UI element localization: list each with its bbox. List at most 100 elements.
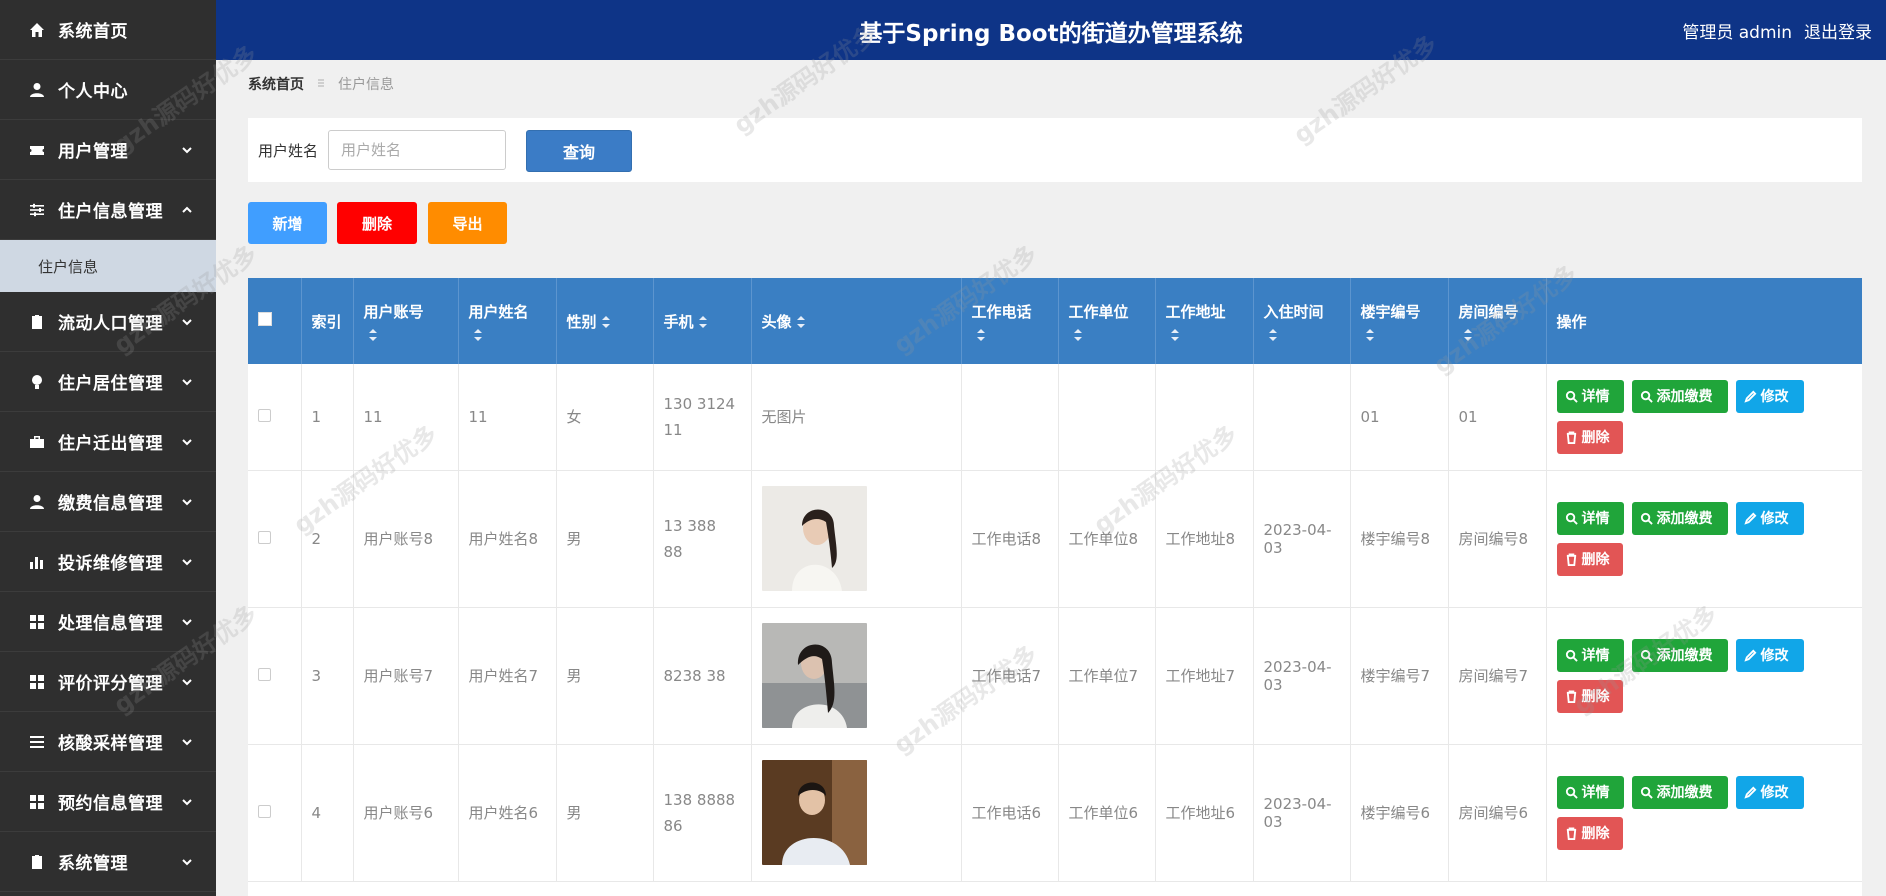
- add-button[interactable]: 新增: [248, 202, 327, 244]
- sidebar-item-appointment[interactable]: 预约信息管理: [0, 772, 216, 832]
- grid-icon: [28, 793, 46, 811]
- sidebar-item-home[interactable]: 系统首页: [0, 0, 216, 60]
- cell-building: 01: [1350, 364, 1449, 471]
- detail-button[interactable]: 详情: [1556, 775, 1624, 809]
- top-header: 基于Spring Boot的街道办管理系统 管理员 admin 退出登录: [216, 0, 1886, 60]
- sidebar-item-profile[interactable]: 个人中心: [0, 60, 216, 120]
- sort-icon[interactable]: [1073, 328, 1083, 342]
- breadcrumb-home[interactable]: 系统首页: [248, 74, 304, 94]
- table-row: 1 11 11 女 130 3124 11 无图片 01 01 详情 添加缴费 修…: [248, 364, 1862, 471]
- column-header[interactable]: 用户账号: [353, 278, 459, 364]
- breadcrumb-current: 住户信息: [338, 77, 394, 93]
- cell-gender: 女: [556, 364, 654, 471]
- home-icon: [28, 21, 46, 39]
- sidebar-item-rating[interactable]: 评价评分管理: [0, 652, 216, 712]
- delete-button[interactable]: 删除: [1556, 542, 1623, 576]
- sidebar-item-payment[interactable]: 缴费信息管理: [0, 472, 216, 532]
- column-header[interactable]: 房间编号: [1448, 278, 1547, 364]
- add-payment-button[interactable]: 添加缴费: [1631, 775, 1728, 809]
- sort-icon[interactable]: [698, 315, 708, 329]
- sort-icon[interactable]: [1365, 328, 1375, 342]
- column-header[interactable]: 工作电话: [961, 278, 1059, 364]
- chevron-down-icon: [180, 434, 194, 448]
- sidebar-item-resident-info[interactable]: 住户信息管理: [0, 180, 216, 240]
- edit-button[interactable]: 修改: [1735, 501, 1804, 535]
- search-button[interactable]: 查询: [526, 130, 632, 172]
- avatar-image[interactable]: [761, 760, 867, 865]
- button-label: 修改: [1760, 648, 1789, 664]
- sidebar-item-system[interactable]: 系统管理: [0, 832, 216, 892]
- row-checkbox[interactable]: [258, 530, 271, 544]
- sidebar-item-residence[interactable]: 住户居住管理: [0, 352, 216, 412]
- sidebar-item-handling[interactable]: 处理信息管理: [0, 592, 216, 652]
- chevron-down-icon: [180, 614, 194, 628]
- sort-icon[interactable]: [1268, 328, 1278, 342]
- sidebar-item-label: 个人中心: [58, 82, 128, 102]
- export-button[interactable]: 导出: [428, 202, 507, 244]
- edit-button[interactable]: 修改: [1735, 775, 1804, 809]
- sort-icon[interactable]: [1463, 328, 1473, 342]
- sidebar-item-floating-population[interactable]: 流动人口管理: [0, 292, 216, 352]
- sidebar-item-label: 住户居住管理: [58, 374, 163, 394]
- sort-icon[interactable]: [473, 328, 483, 342]
- column-header[interactable]: 工作地址: [1155, 278, 1254, 364]
- add-payment-button[interactable]: 添加缴费: [1631, 638, 1728, 672]
- button-label: 详情: [1581, 785, 1610, 801]
- batch-delete-button[interactable]: 删除: [337, 202, 417, 244]
- logout-link[interactable]: 退出登录: [1804, 18, 1872, 43]
- cell-work-unit: 工作单位8: [1058, 470, 1156, 608]
- phone-line: 8238 38: [663, 666, 726, 685]
- button-label: 详情: [1581, 389, 1610, 406]
- sidebar-subitem-resident[interactable]: 住户信息: [0, 240, 216, 292]
- select-all-checkbox[interactable]: [258, 312, 272, 326]
- sort-icon[interactable]: [601, 315, 611, 329]
- column-header: 操作: [1546, 278, 1862, 364]
- chevron-down-icon: [180, 734, 194, 748]
- button-label: 详情: [1581, 511, 1610, 527]
- sort-icon[interactable]: [796, 315, 806, 329]
- current-user: 管理员 admin: [1682, 23, 1792, 43]
- avatar-image[interactable]: [761, 486, 867, 591]
- sort-icon[interactable]: [976, 328, 986, 342]
- row-checkbox[interactable]: [258, 667, 271, 681]
- search-icon: [1565, 786, 1578, 799]
- column-header[interactable]: 手机: [653, 278, 752, 364]
- add-payment-button[interactable]: 添加缴费: [1631, 379, 1728, 413]
- column-header[interactable]: 工作单位: [1058, 278, 1156, 364]
- edit-button[interactable]: 修改: [1735, 379, 1804, 413]
- edit-button[interactable]: 修改: [1735, 638, 1804, 672]
- search-icon: [1565, 649, 1578, 662]
- row-checkbox[interactable]: [258, 408, 271, 422]
- delete-button[interactable]: 删除: [1556, 420, 1623, 454]
- sort-icon[interactable]: [1170, 328, 1180, 342]
- button-label: 添加缴费: [1656, 389, 1713, 406]
- cell-work-addr: 工作地址7: [1155, 607, 1254, 745]
- sidebar-item-nucleic[interactable]: 核酸采样管理: [0, 712, 216, 772]
- column-header[interactable]: 入住时间: [1253, 278, 1351, 364]
- chevron-down-icon: [180, 494, 194, 508]
- column-header[interactable]: 楼宇编号: [1350, 278, 1449, 364]
- column-header[interactable]: 头像: [751, 278, 962, 364]
- sort-icon[interactable]: [368, 328, 378, 342]
- sidebar-item-move-out[interactable]: 住户迁出管理: [0, 412, 216, 472]
- detail-button[interactable]: 详情: [1556, 379, 1624, 413]
- column-header[interactable]: 性别: [556, 278, 654, 364]
- page-title: 基于Spring Boot的街道办管理系统: [859, 21, 1243, 47]
- button-label: 修改: [1760, 785, 1789, 801]
- search-input[interactable]: [328, 130, 506, 170]
- cell-building: 楼宇编号8: [1350, 470, 1449, 608]
- add-payment-button[interactable]: 添加缴费: [1631, 501, 1728, 535]
- row-checkbox[interactable]: [258, 804, 271, 818]
- detail-button[interactable]: 详情: [1556, 501, 1624, 535]
- button-label: 删除: [1581, 552, 1610, 568]
- cell-index: 3: [301, 607, 354, 745]
- delete-button[interactable]: 删除: [1556, 816, 1623, 850]
- sidebar-item-users[interactable]: 用户管理: [0, 120, 216, 180]
- sidebar-item-complaint[interactable]: 投诉维修管理: [0, 532, 216, 592]
- separator-icon: [316, 76, 326, 92]
- column-header[interactable]: 用户姓名: [458, 278, 557, 364]
- briefcase-icon: [28, 433, 46, 451]
- detail-button[interactable]: 详情: [1556, 638, 1624, 672]
- avatar-image[interactable]: [761, 623, 867, 728]
- delete-button[interactable]: 删除: [1556, 679, 1623, 713]
